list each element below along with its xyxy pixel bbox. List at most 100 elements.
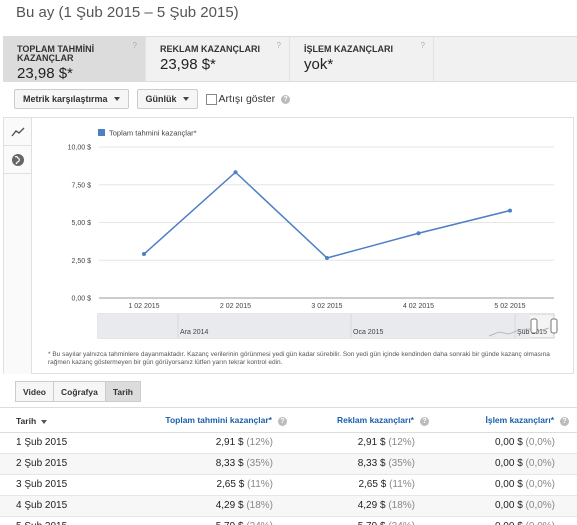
- table-cell: 2,91 $ (12%): [295, 432, 437, 454]
- table-cell: 4,29 $ (18%): [120, 495, 295, 517]
- chart-controls: Metrik karşılaştırma Günlük Artışı göste…: [14, 89, 291, 109]
- column-header-ads[interactable]: Reklam kazançları*?: [295, 410, 437, 433]
- help-icon[interactable]: ?: [421, 41, 425, 50]
- header-label: İşlem kazançları*: [485, 415, 554, 426]
- cell-value: 2,91 $: [215, 437, 244, 448]
- y-tick-label: 7,50 $: [72, 182, 92, 189]
- metric-transaction-earnings[interactable]: İŞLEM KAZANÇLARI yok* ?: [290, 37, 434, 81]
- column-header-transactions[interactable]: İşlem kazançları*?: [437, 410, 577, 433]
- table-cell: 3 Şub 2015: [0, 474, 120, 496]
- table-cell: 8,33 $ (35%): [295, 453, 437, 475]
- cell-value: 2,65 $: [358, 479, 387, 490]
- table-cell: 5,79 $ (24%): [295, 516, 437, 525]
- table-cell: 4,29 $ (18%): [295, 495, 437, 517]
- cell-value: 0,00 $: [494, 437, 523, 448]
- divider: [0, 407, 577, 408]
- data-point: [325, 255, 329, 260]
- cell-value: 2,91 $: [357, 437, 386, 448]
- help-icon[interactable]: ?: [133, 41, 137, 50]
- timeline-label: Ara 2014: [180, 329, 209, 336]
- chart-panel: Toplam tahmini kazançlar* 0,00 $ 2,50 $ 5,0…: [3, 117, 574, 374]
- metric-value: yok*: [304, 56, 334, 73]
- cell-date: 4 Şub 2015: [16, 500, 68, 511]
- table-row: 5 Şub 20155,79 $ (24%)5,79 $ (24%)0,00 $…: [0, 516, 577, 525]
- chevron-down-icon: [113, 97, 120, 101]
- cell-date: 3 Şub 2015: [16, 479, 68, 490]
- table-cell: 5 Şub 2015: [0, 516, 120, 525]
- x-tick-label: 3 02 2015: [311, 303, 342, 310]
- cell-value: 0,00 $: [494, 479, 523, 490]
- earnings-table: Tarih Toplam tahmini kazançlar*? Reklam …: [0, 410, 577, 525]
- metric-total-earnings[interactable]: TOPLAM TAHMİNİ KAZANÇLAR 23,98 $* ?: [3, 37, 146, 82]
- interval-dropdown[interactable]: Günlük: [136, 89, 198, 109]
- table-row: 2 Şub 2015 8,33 $ (35%) 8,33 $ (35%) 0,00 $…: [0, 453, 577, 475]
- timeline-label: Oca 2015: [353, 329, 383, 336]
- chevron-down-icon: [182, 97, 189, 101]
- x-tick-label: 2 02 2015: [220, 303, 251, 310]
- table-cell: 0,00 $ (0,0%): [437, 432, 577, 454]
- x-tick-label: 4 02 2015: [403, 303, 434, 310]
- range-handle: [550, 318, 558, 334]
- cell-percent: (35%): [388, 458, 415, 469]
- help-icon[interactable]: ?: [420, 417, 429, 427]
- metric-compare-label: Metrik karşılaştırma: [23, 94, 108, 104]
- cell-percent: (0,0%): [525, 437, 555, 448]
- cell-percent: (35%): [246, 458, 273, 469]
- cell-percent: (11%): [389, 479, 415, 490]
- cell-percent: (18%): [388, 500, 415, 511]
- cell-value: 0,00 $: [494, 458, 523, 469]
- cell-percent: (18%): [246, 500, 273, 511]
- cell-value: 2,65 $: [216, 479, 245, 490]
- header-label: Tarih: [16, 415, 37, 426]
- metric-label: TOPLAM TAHMİNİ KAZANÇLAR: [17, 44, 95, 63]
- cell-value: 0,00 $: [494, 500, 523, 511]
- legend-swatch: [98, 129, 105, 136]
- metric-ad-earnings[interactable]: REKLAM KAZANÇLARI 23,98 $* ?: [146, 37, 290, 81]
- sort-desc-icon: [41, 419, 48, 424]
- y-tick-label: 5,00 $: [72, 220, 92, 227]
- metric-compare-button[interactable]: Metrik karşılaştırma: [14, 89, 129, 109]
- checkbox-box[interactable]: [205, 93, 217, 105]
- table-cell: 1 Şub 2015: [0, 432, 120, 454]
- column-header-total[interactable]: Toplam tahmini kazançlar*?: [120, 410, 295, 433]
- cell-value: 8,33 $: [215, 458, 244, 469]
- header-label: Reklam kazançları*: [336, 415, 414, 426]
- help-icon[interactable]: ?: [281, 94, 291, 104]
- table-cell: 8,33 $ (35%): [120, 453, 295, 475]
- tab-geography[interactable]: Coğrafya: [53, 381, 106, 402]
- cell-percent: (0,0%): [525, 458, 555, 469]
- cell-percent: (24%): [246, 521, 273, 525]
- help-icon[interactable]: ?: [277, 41, 281, 50]
- date-range-title: Bu ay (1 Şub 2015 – 5 Şub 2015): [16, 4, 239, 21]
- cell-percent: (0,0%): [525, 479, 555, 490]
- table-cell: 0,00 $ (0,0%): [437, 474, 577, 496]
- cell-value: 5,79 $: [216, 521, 244, 525]
- data-point: [233, 170, 238, 175]
- column-header-date[interactable]: Tarih: [0, 410, 120, 433]
- table-cell: 0,00 $ (0,0%): [437, 516, 577, 525]
- tab-date[interactable]: Tarih: [104, 381, 141, 402]
- table-cell: 2,65 $ (11%): [120, 474, 295, 496]
- metric-label: İŞLEM KAZANÇLARI: [304, 44, 393, 54]
- cell-percent: (0,0%): [525, 500, 555, 511]
- legend-label: Toplam tahmini kazançlar*: [109, 129, 197, 138]
- metric-value: 23,98 $*: [17, 65, 73, 82]
- header-label: Toplam tahmini kazançlar*: [165, 415, 272, 426]
- cell-value: 4,29 $: [215, 500, 244, 511]
- table-row: 1 Şub 2015 2,91 $ (12%) 2,91 $ (12%) 0,00 $…: [0, 432, 577, 454]
- x-tick-label: 1 02 2015: [128, 303, 159, 310]
- table-cell: 4 Şub 2015: [0, 495, 120, 517]
- x-tick-label: 5 02 2015: [494, 303, 525, 310]
- table-cell: 5,79 $ (24%): [120, 516, 295, 525]
- cell-percent: (12%): [388, 437, 415, 448]
- help-icon[interactable]: ?: [278, 417, 287, 427]
- earnings-line-chart: Toplam tahmini kazançlar* 0,00 $ 2,50 $ 5,0…: [68, 129, 558, 339]
- show-increase-checkbox[interactable]: Artışı göster ?: [205, 93, 291, 105]
- table-header-row: Tarih Toplam tahmini kazançlar*? Reklam …: [0, 410, 577, 433]
- cell-percent: (11%): [247, 479, 273, 490]
- cell-date: 1 Şub 2015: [16, 437, 68, 448]
- interval-label: Günlük: [145, 94, 177, 104]
- table-cell: 2,91 $ (12%): [120, 432, 295, 454]
- tab-video[interactable]: Video: [15, 381, 54, 402]
- help-icon[interactable]: ?: [560, 417, 569, 427]
